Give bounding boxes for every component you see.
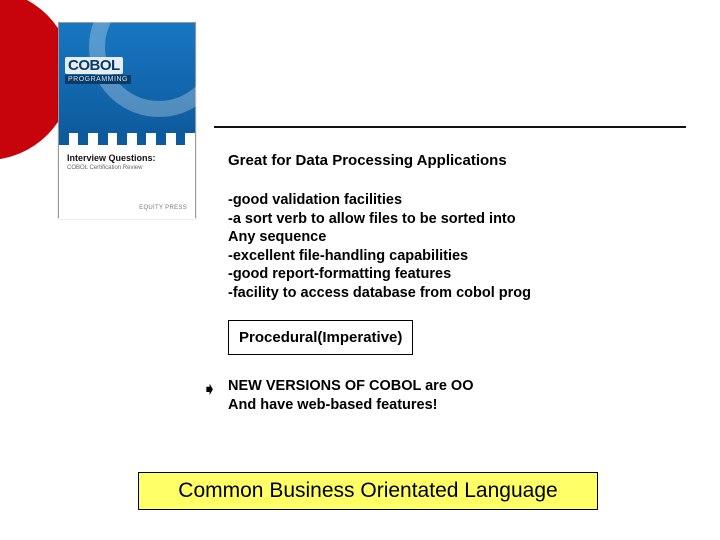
arrow-right-icon: ➧ [202,379,217,400]
horizontal-rule [214,126,686,128]
new-versions-line2: And have web-based features! [228,396,688,415]
new-versions-block: ➧ NEW VERSIONS OF COBOL are OO And have … [228,377,688,415]
cover-press: EQUITY PRESS [139,205,187,211]
cover-interview-label: Interview Questions: [67,153,156,163]
footer-title-box: Common Business Orientated Language [138,472,598,510]
cover-interview-sub: COBOL Certification Review [67,165,142,171]
cover-bottom: Interview Questions: COBOL Certification… [59,139,195,219]
bullet-item: -a sort verb to allow files to be sorted… [228,210,688,229]
cover-top: COBOL PROGRAMMING [59,23,195,139]
content-body: Great for Data Processing Applications -… [228,152,688,415]
cover-logo: COBOL [65,57,123,74]
bullet-list: -good validation facilities -a sort verb… [228,191,688,302]
footer-title: Common Business Orientated Language [178,479,557,502]
bullet-item: -good report-formatting features [228,265,688,284]
cover-logo-sub: PROGRAMMING [65,75,131,84]
bullet-item: Any sequence [228,228,688,247]
slide: COBOL PROGRAMMING Interview Questions: C… [0,0,720,540]
bullet-item: -excellent file-handling capabilities [228,247,688,266]
book-cover: COBOL PROGRAMMING Interview Questions: C… [58,22,196,218]
content-heading: Great for Data Processing Applications [228,152,688,169]
new-versions-line1: NEW VERSIONS OF COBOL are OO [228,377,688,396]
cover-logo-text: COBOL [65,57,123,74]
bullet-item: -good validation facilities [228,191,688,210]
cover-dots [59,133,195,145]
procedural-box: Procedural(Imperative) [228,320,413,355]
bullet-item: -facility to access database from cobol … [228,284,688,303]
